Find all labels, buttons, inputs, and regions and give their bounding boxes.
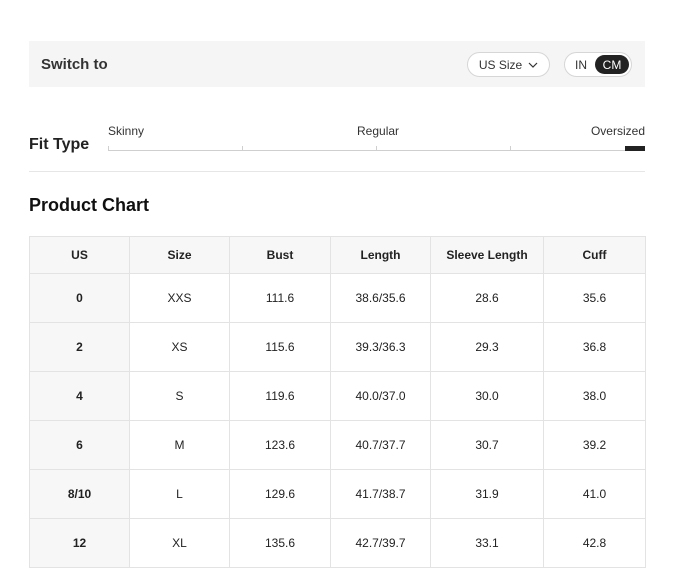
table-row: 4 S 119.6 40.0/37.0 30.0 38.0 bbox=[29, 371, 646, 421]
cell-us: 0 bbox=[29, 273, 130, 323]
size-system-select[interactable]: US Size bbox=[467, 52, 550, 77]
fit-scale-tick bbox=[108, 146, 109, 151]
cell-bust: 111.6 bbox=[229, 273, 331, 323]
unit-toggle: IN CM bbox=[564, 52, 632, 77]
cell-size: XL bbox=[129, 518, 230, 568]
cell-sleeve-length: 29.3 bbox=[430, 322, 544, 372]
cell-cuff: 38.0 bbox=[543, 371, 646, 421]
cell-bust: 123.6 bbox=[229, 420, 331, 470]
cell-length: 38.6/35.6 bbox=[330, 273, 431, 323]
cell-us: 8/10 bbox=[29, 469, 130, 519]
cell-cuff: 35.6 bbox=[543, 273, 646, 323]
cell-length: 39.3/36.3 bbox=[330, 322, 431, 372]
cell-sleeve-length: 28.6 bbox=[430, 273, 544, 323]
cell-size: XS bbox=[129, 322, 230, 372]
table-header-row: US Size Bust Length Sleeve Length Cuff bbox=[29, 236, 646, 274]
cell-bust: 115.6 bbox=[229, 322, 331, 372]
fit-scale-tick bbox=[242, 146, 243, 151]
column-header-length: Length bbox=[330, 236, 431, 274]
unit-cm-button[interactable]: CM bbox=[595, 55, 629, 74]
table-row: 0 XXS 111.6 38.6/35.6 28.6 35.6 bbox=[29, 273, 646, 323]
fit-label-regular: Regular bbox=[357, 124, 400, 138]
product-chart-title: Product Chart bbox=[29, 195, 150, 215]
switch-bar: Switch to US Size IN CM bbox=[29, 41, 645, 87]
table-row: 8/10 L 129.6 41.7/38.7 31.9 41.0 bbox=[29, 469, 646, 519]
table-row: 2 XS 115.6 39.3/36.3 29.3 36.8 bbox=[29, 322, 646, 372]
switch-to-label: Switch to bbox=[41, 55, 108, 73]
cell-us: 12 bbox=[29, 518, 130, 568]
fit-label-oversized: Oversized bbox=[590, 124, 645, 138]
cell-us: 2 bbox=[29, 322, 130, 372]
unit-in-button[interactable]: IN bbox=[567, 55, 595, 74]
table-row: 6 M 123.6 40.7/37.7 30.7 39.2 bbox=[29, 420, 646, 470]
column-header-size: Size bbox=[129, 236, 230, 274]
cell-size: S bbox=[129, 371, 230, 421]
cell-length: 41.7/38.7 bbox=[330, 469, 431, 519]
cell-us: 6 bbox=[29, 420, 130, 470]
cell-cuff: 36.8 bbox=[543, 322, 646, 372]
cell-sleeve-length: 30.0 bbox=[430, 371, 544, 421]
cell-cuff: 41.0 bbox=[543, 469, 646, 519]
cell-length: 42.7/39.7 bbox=[330, 518, 431, 568]
column-header-us: US bbox=[29, 236, 130, 274]
fit-selected-marker bbox=[625, 146, 645, 151]
cell-bust: 119.6 bbox=[229, 371, 331, 421]
cell-size: L bbox=[129, 469, 230, 519]
column-header-sleeve-length: Sleeve Length bbox=[430, 236, 544, 274]
cell-length: 40.7/37.7 bbox=[330, 420, 431, 470]
fit-scale-tick bbox=[376, 146, 377, 151]
cell-size: M bbox=[129, 420, 230, 470]
cell-sleeve-length: 33.1 bbox=[430, 518, 544, 568]
cell-us: 4 bbox=[29, 371, 130, 421]
cell-size: XXS bbox=[129, 273, 230, 323]
size-system-value: US Size bbox=[478, 57, 523, 72]
fit-type-scale: Skinny Regular Oversized bbox=[108, 124, 645, 154]
fit-scale-tick bbox=[510, 146, 511, 151]
cell-sleeve-length: 30.7 bbox=[430, 420, 544, 470]
cell-cuff: 39.2 bbox=[543, 420, 646, 470]
cell-bust: 129.6 bbox=[229, 469, 331, 519]
size-table: US Size Bust Length Sleeve Length Cuff 0… bbox=[29, 236, 646, 568]
column-header-bust: Bust bbox=[229, 236, 331, 274]
section-divider bbox=[29, 171, 645, 172]
fit-type-title: Fit Type bbox=[29, 136, 90, 153]
column-header-cuff: Cuff bbox=[543, 236, 646, 274]
cell-cuff: 42.8 bbox=[543, 518, 646, 568]
cell-bust: 135.6 bbox=[229, 518, 331, 568]
table-row: 12 XL 135.6 42.7/39.7 33.1 42.8 bbox=[29, 518, 646, 568]
chevron-down-icon bbox=[528, 62, 538, 68]
fit-label-skinny: Skinny bbox=[108, 124, 145, 138]
cell-sleeve-length: 31.9 bbox=[430, 469, 544, 519]
cell-length: 40.0/37.0 bbox=[330, 371, 431, 421]
